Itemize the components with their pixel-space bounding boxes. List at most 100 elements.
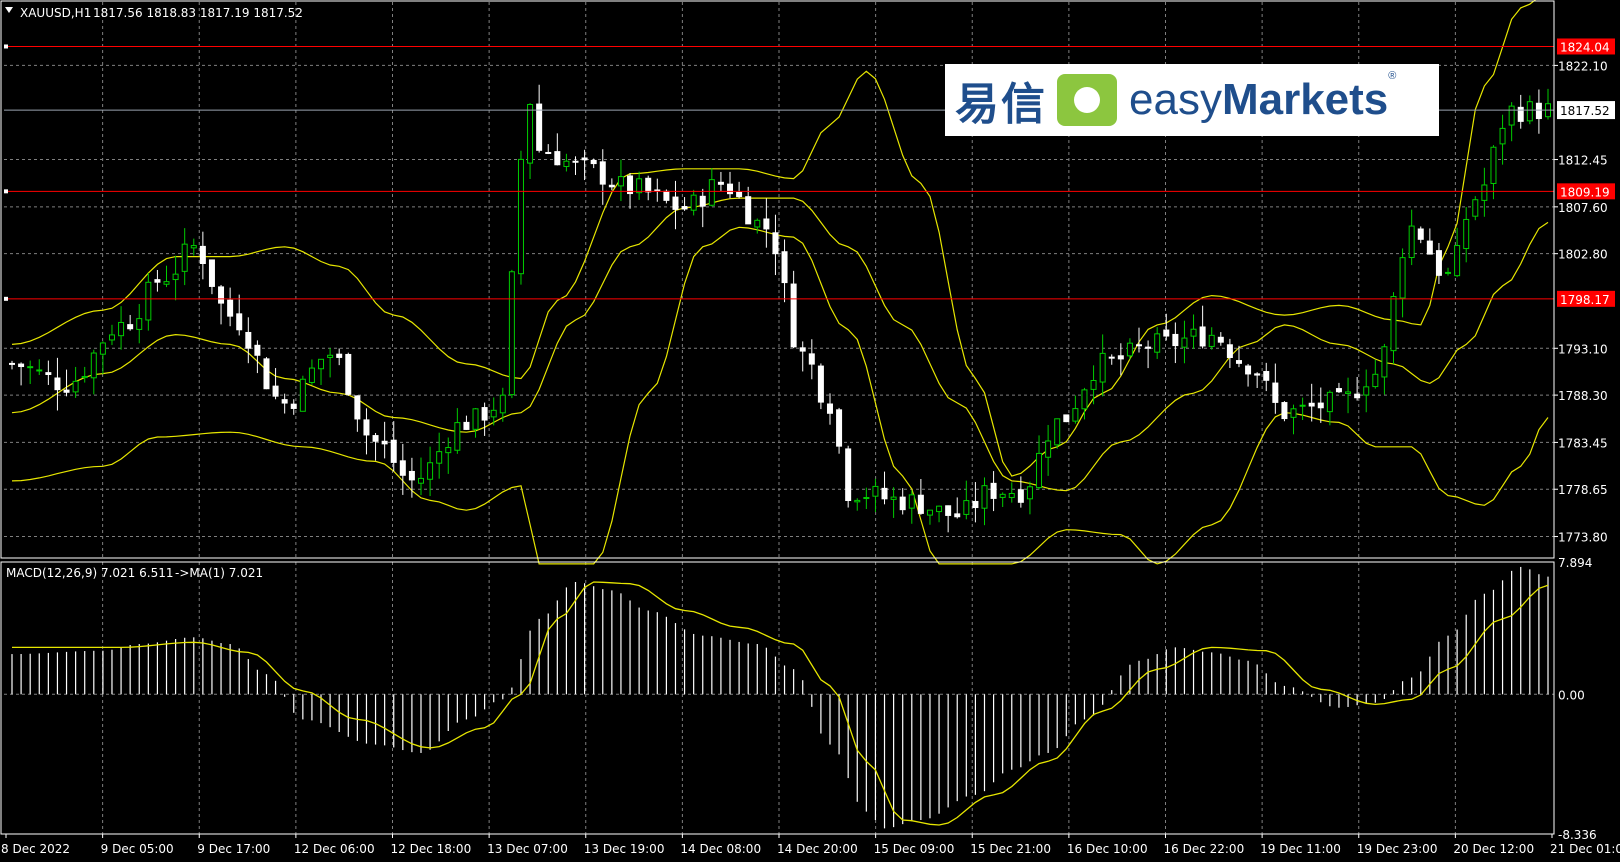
candle-bear [408,470,415,481]
candle-bear [654,189,661,192]
candle-bull [854,499,861,503]
candle-bull [427,462,434,480]
candle-bear [272,385,279,397]
candle-bull [499,394,506,414]
candle-bear [254,344,261,356]
candle-bear [572,160,579,163]
candle-bear [1426,240,1433,255]
candle-bear [390,439,397,463]
candle-bull [1008,493,1015,499]
candle-bear [672,196,679,210]
y-tick-label: 1807.60 [1558,201,1608,215]
candle-bull [1154,333,1161,353]
candle-bull [118,321,125,337]
candle-bear [1163,329,1170,337]
candle-bear [1199,326,1206,347]
x-tick-label: 8 Dec 2022 [1,842,70,856]
candle-bull [1390,296,1397,352]
candle-bull [136,318,143,330]
line-anchor [4,44,8,49]
candle-bear [345,353,352,395]
candle-bear [972,500,979,509]
candle-bull [690,194,697,211]
candle-bull [36,369,43,372]
x-tick-label: 12 Dec 06:00 [294,842,375,856]
candle-bear [799,347,806,352]
candle-bear [699,195,706,207]
ohlc-readout: 1817.56 1818.83 1817.19 1817.52 [93,6,303,20]
candle-bull [708,179,715,206]
y-tick-label: 1822.10 [1558,59,1608,73]
candle-bull [145,281,152,321]
x-tick-label: 9 Dec 17:00 [197,842,270,856]
x-tick-label: 9 Dec 05:00 [101,842,174,856]
candle-bear [599,161,606,185]
candle-bear [681,206,688,210]
candle-bear [1354,393,1361,399]
candle-bear [717,181,724,185]
candle-bull [417,477,424,484]
y-tick-label: 1788.30 [1558,389,1608,403]
candle-bull [981,485,988,509]
menu-triangle-icon[interactable] [5,7,13,13]
candle-bear [1226,344,1233,358]
candle-bear [836,409,843,447]
candle-bull [636,178,643,194]
macd-panel [11,566,1549,829]
candle-bull [1045,440,1052,458]
candle-bull [508,271,515,396]
candle-bear [263,358,270,390]
candle-bull [436,451,443,464]
candle-bear [1017,489,1024,503]
candle-bear [790,283,797,348]
candle-bear [990,482,997,499]
candle-bull [108,334,115,341]
candle-bear [826,403,833,414]
logo-mark-icon [1057,74,1117,126]
candle-bull [472,408,479,430]
candle-bear [463,421,470,430]
y-tick-label: 1793.10 [1558,342,1608,356]
easymarkets-logo: 易信 easyMarkets ® [945,64,1439,136]
candle-bull [1408,225,1415,259]
candle-bull [327,354,334,358]
candle-bull [190,245,197,249]
y-tick-label: 1773.80 [1558,531,1608,545]
x-tick-label: 16 Dec 22:00 [1164,842,1245,856]
candle-bear [845,448,852,501]
logo-chinese-text: 易信 [955,79,1047,130]
candle-bear [581,157,588,161]
candle-bull [181,243,188,272]
x-tick-label: 12 Dec 18:00 [391,842,472,856]
axes: 8 Dec 2022 9 Dec 05:00 9 Dec 17:00 12 Dec 0… [1,59,1620,856]
candle-bull [1099,352,1106,383]
candle-bull [1445,271,1452,274]
candle-bull [999,493,1006,498]
candle-bear [663,190,670,201]
macd-signal-line [12,581,1549,826]
candle-bear [1063,414,1070,423]
candle-bear [199,245,206,265]
macd-label: MACD(12,26,9) 7.021 6.511 [6,566,173,580]
symbol-title: XAUUSD,H1 [20,6,91,20]
candle-bull [1326,391,1333,413]
candle-bear [127,324,134,330]
price-tag-label: 1798.17 [1560,293,1610,307]
x-tick-label: 14 Dec 08:00 [680,842,761,856]
x-tick-label: 13 Dec 19:00 [584,842,665,856]
candle-bear [281,399,288,404]
candle-bull [490,409,497,418]
candle-bull [308,367,315,383]
candle-bear [18,363,25,368]
candle-bull [318,358,325,370]
candle-bear [1254,373,1261,376]
candle-bull [1454,245,1461,277]
candle-bear [354,395,361,420]
y-tick-label: 0.00 [1558,688,1585,702]
x-tick-label: 13 Dec 07:00 [487,842,568,856]
candle-bear [1272,382,1279,403]
candle-bull [163,281,170,285]
candle-bear [1145,346,1152,349]
candle-bull [90,352,97,379]
candle-bear [554,151,561,166]
